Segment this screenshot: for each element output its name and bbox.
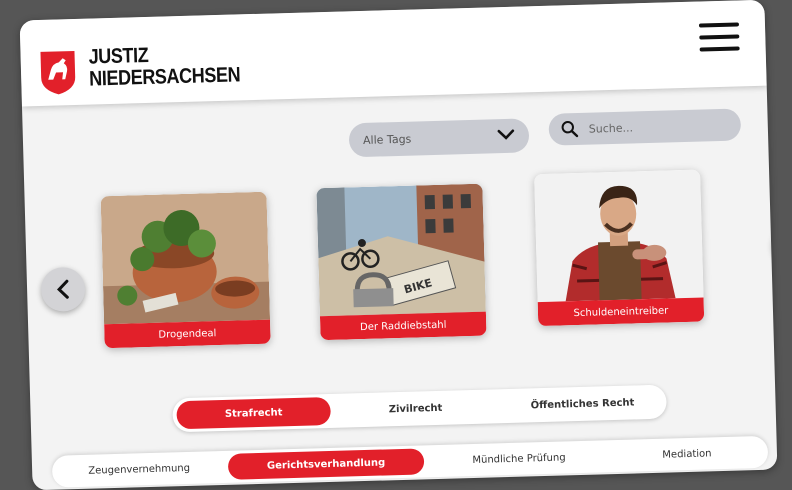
search-field[interactable]: Suche... — [548, 108, 742, 146]
search-icon — [561, 121, 579, 138]
card-label: Schuldeneintreiber — [537, 297, 705, 327]
chevron-down-icon — [497, 129, 515, 140]
case-card-raddiebstahl[interactable]: BIKE Der Raddiebstahl — [316, 183, 487, 341]
carousel-next-button[interactable] — [771, 222, 778, 268]
bike-theft-street-illustration: BIKE — [316, 183, 486, 317]
brand-line-2: NIEDERSACHSEN — [88, 63, 241, 91]
tattooed-man-illustration — [534, 169, 704, 303]
potted-plants-illustration — [100, 191, 271, 325]
tags-dropdown-value: Alle Tags — [362, 132, 412, 147]
screen: JUSTIZ NIEDERSACHSEN Alle Tags Suche... — [0, 0, 792, 490]
chevron-left-icon — [56, 279, 69, 299]
law-area-tabs: Strafrecht Zivilrecht Öffentliches Recht — [172, 384, 667, 433]
header: JUSTIZ NIEDERSACHSEN — [19, 0, 767, 107]
tab-gerichtsverhandlung[interactable]: Gerichtsverhandlung — [227, 448, 425, 480]
hamburger-menu-icon[interactable] — [698, 22, 740, 52]
app-panel: JUSTIZ NIEDERSACHSEN Alle Tags Suche... — [19, 0, 778, 490]
scenario-tabs: Zeugenvernehmung Gerichtsverhandlung Mün… — [51, 435, 769, 488]
tab-muendliche-pruefung[interactable]: Mündliche Prüfung — [434, 443, 605, 474]
tab-strafrecht[interactable]: Strafrecht — [176, 396, 331, 430]
tab-zeugenvernehmung[interactable]: Zeugenvernehmung — [56, 454, 223, 485]
tab-mediation[interactable]: Mediation — [612, 439, 763, 469]
niedersachsen-horse-logo-icon — [40, 50, 76, 95]
tags-dropdown[interactable]: Alle Tags — [348, 118, 530, 158]
case-card-drogendeal[interactable]: Drogendeal — [100, 191, 271, 349]
card-label: Drogendeal — [104, 319, 271, 349]
case-card-schuldeneintreiber[interactable]: Schuldeneintreiber — [534, 169, 705, 327]
tab-zivilrecht[interactable]: Zivilrecht — [338, 392, 493, 424]
tab-oeffentliches-recht[interactable]: Öffentliches Recht — [502, 388, 663, 420]
card-label: Der Raddiebstahl — [319, 311, 487, 341]
search-input[interactable]: Suche... — [589, 121, 634, 135]
brand-title: JUSTIZ NIEDERSACHSEN — [88, 42, 241, 91]
carousel-prev-button[interactable] — [40, 266, 86, 312]
